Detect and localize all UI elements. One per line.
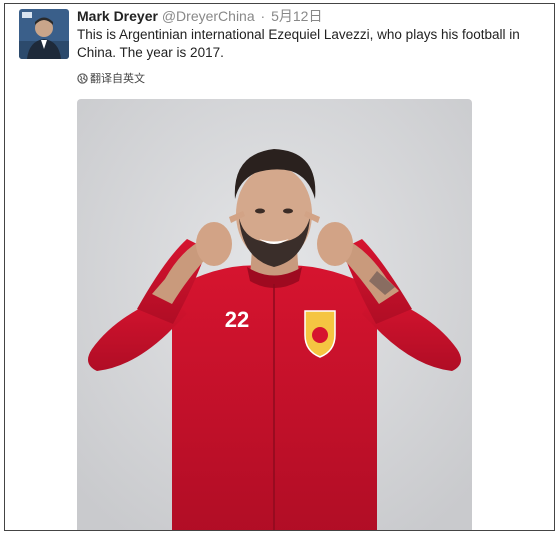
left-hand xyxy=(196,222,232,266)
right-hand xyxy=(317,222,353,266)
player-photo: 22 xyxy=(77,99,472,530)
translate-link[interactable]: 翻译自英文 xyxy=(77,70,145,86)
author-handle[interactable]: @DreyerChina xyxy=(162,8,255,24)
tweet-photo[interactable]: 22 xyxy=(77,99,472,530)
author-name[interactable]: Mark Dreyer xyxy=(77,8,158,24)
translate-label: 翻译自英文 xyxy=(90,73,145,85)
avatar-image xyxy=(19,9,69,59)
author-avatar[interactable] xyxy=(19,9,69,59)
tweet-card: Mark Dreyer @DreyerChina · 5月12日 This is… xyxy=(4,3,555,531)
tweet-header: Mark Dreyer @DreyerChina · 5月12日 xyxy=(77,6,322,26)
jersey-number: 22 xyxy=(225,307,249,332)
tweet-date[interactable]: 5月12日 xyxy=(271,8,322,24)
globe-icon xyxy=(77,73,88,84)
tweet-text: This is Argentinian international Ezequi… xyxy=(77,27,520,60)
header-separator: · xyxy=(260,8,266,24)
